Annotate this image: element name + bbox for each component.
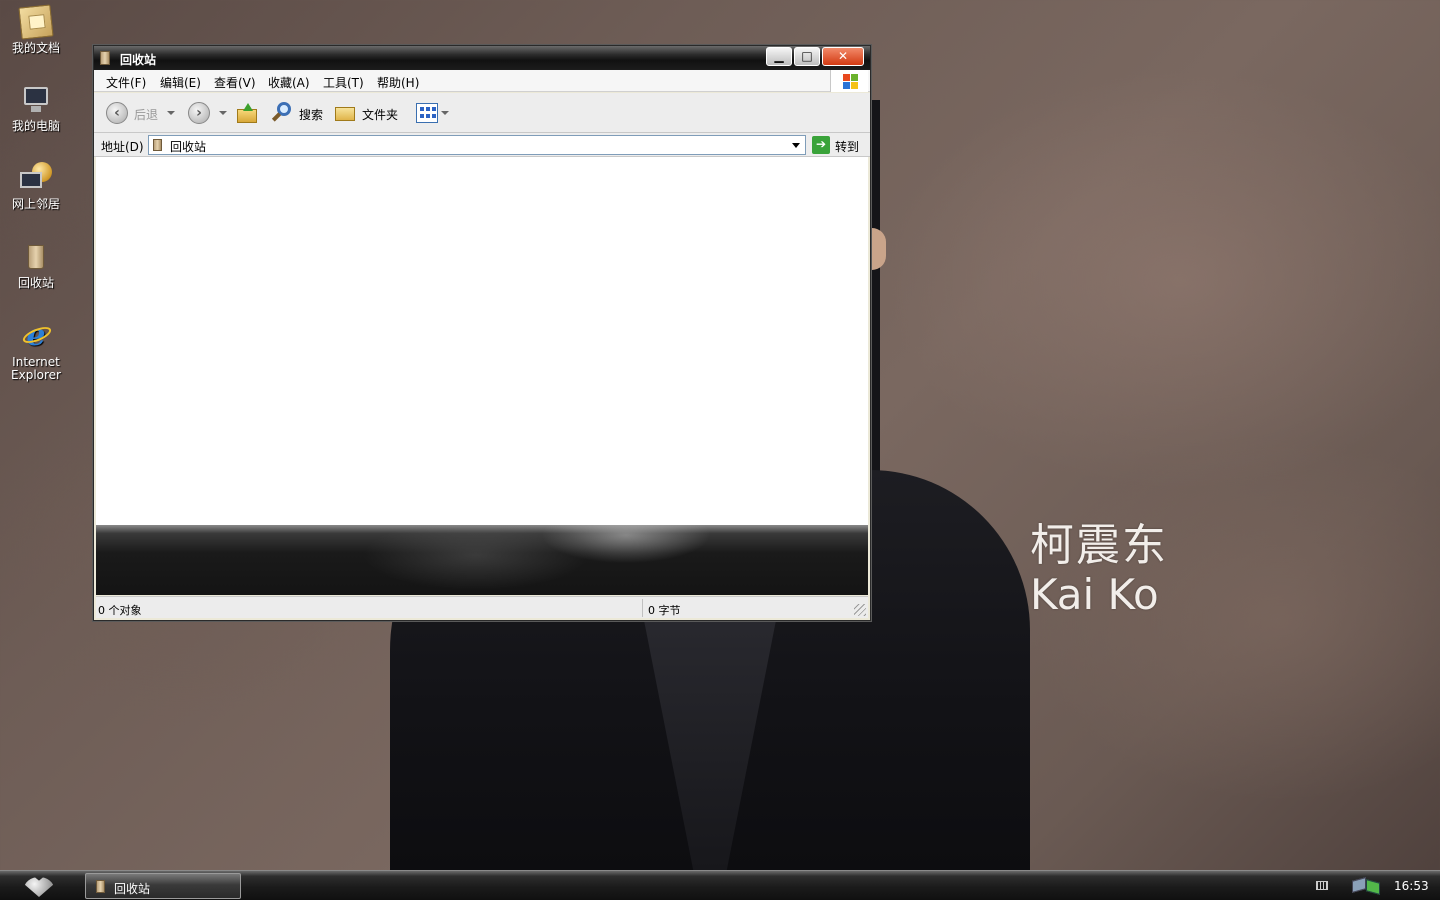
menu-file[interactable]: 文件(F) [106,74,146,91]
search-icon[interactable] [271,102,293,124]
desktop-icon-internet-explorer[interactable]: e Internet Explorer [4,320,68,382]
menu-bar: 文件(F) 编辑(E) 查看(V) 收藏(A) 工具(T) 帮助(H) [94,70,870,92]
toolbar: ‹ 后退 › 搜索 文件夹 [94,93,870,133]
go-arrow-icon: ➔ [812,136,830,154]
network-status-icon[interactable] [1352,877,1384,895]
address-bar: 地址(D) 回收站 ➔ 转到 [94,133,870,157]
folder-up-icon[interactable] [237,103,257,123]
forward-arrow-icon[interactable]: › [188,102,210,124]
desktop-icon-label: 回收站 [17,276,54,290]
resize-grip-icon[interactable] [854,604,866,616]
maximize-button[interactable]: □ [794,47,820,66]
address-dropdown-chevron-icon[interactable] [787,136,805,154]
menu-view[interactable]: 查看(V) [214,74,256,91]
go-button[interactable]: ➔ 转到 [812,135,864,155]
taskbar-item-label: 回收站 [114,882,151,896]
start-button[interactable] [0,871,80,900]
my-documents-icon [18,4,54,40]
search-button-label[interactable]: 搜索 [299,106,323,123]
window-titlebar[interactable]: 回收站 ▁ □ ✕ [94,46,870,70]
wallpaper-caption-english: Kai Ko [1030,570,1159,619]
folders-button-label[interactable]: 文件夹 [362,106,398,123]
address-value: 回收站 [170,140,207,154]
window-title: 回收站 [120,53,157,67]
status-object-count: 0 个对象 [98,604,142,617]
views-grid-icon[interactable] [416,103,438,123]
back-button-label[interactable]: 后退 [134,106,158,123]
wallpaper-caption: 柯震东 Kai Ko [1030,520,1168,618]
recycle-bin-icon [20,241,52,273]
desktop-icon-my-computer[interactable]: 我的电脑 [4,84,68,133]
taskbar-item-recycle-bin[interactable]: 回收站 [85,873,241,899]
desktop-icon-label: Internet Explorer [11,355,61,382]
desktop-icon-label: 我的电脑 [11,119,60,133]
status-size: 0 字节 [648,604,681,617]
recycle-bin-icon [96,880,105,893]
clock[interactable]: 16:53 [1394,879,1429,893]
back-arrow-icon[interactable]: ‹ [106,102,128,124]
desktop-icon-my-documents[interactable]: 我的文档 [4,4,68,55]
menu-tools[interactable]: 工具(T) [323,74,364,91]
folders-icon[interactable] [335,103,357,123]
decorative-band [96,525,868,595]
minimize-button[interactable]: ▁ [766,47,792,66]
menu-help[interactable]: 帮助(H) [377,74,419,91]
address-input[interactable]: 回收站 [148,135,806,155]
status-divider [642,599,643,617]
recycle-bin-icon [153,139,162,151]
desktop-icon-recycle-bin[interactable]: 回收站 [4,241,68,290]
wallpaper-caption-chinese: 柯震东 [1030,520,1168,571]
network-places-icon [20,162,52,194]
keyboard-icon[interactable] [1316,881,1328,890]
menu-favorites[interactable]: 收藏(A) [268,74,310,91]
start-heart-icon [24,877,54,897]
internet-explorer-icon: e [20,320,54,352]
recycle-bin-window: 回收站 ▁ □ ✕ 文件(F) 编辑(E) 查看(V) 收藏(A) 工具(T) … [93,45,871,621]
address-label: 地址(D) [101,140,144,154]
desktop-icon-network-places[interactable]: 网上邻居 [4,162,68,211]
desktop-icon-label: 网上邻居 [11,197,60,211]
back-dropdown-chevron-icon[interactable] [167,111,175,115]
status-bar: 0 个对象 0 字节 [96,596,868,618]
windows-logo-icon [830,70,868,92]
file-list-area[interactable] [96,157,868,525]
recycle-bin-icon [100,51,110,65]
go-button-label: 转到 [835,140,860,154]
taskbar: 回收站 16:53 [0,870,1440,900]
forward-dropdown-chevron-icon[interactable] [219,111,227,115]
views-dropdown-chevron-icon[interactable] [441,111,449,115]
my-computer-icon [20,84,52,116]
close-button[interactable]: ✕ [822,47,864,66]
menu-edit[interactable]: 编辑(E) [160,74,201,91]
desktop-icon-label: 我的文档 [11,41,60,55]
